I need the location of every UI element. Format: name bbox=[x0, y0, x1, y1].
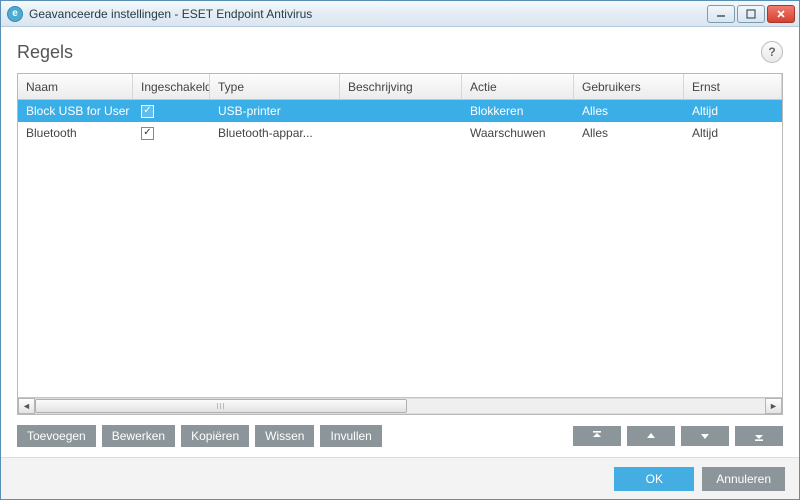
cell-actie: Blokkeren bbox=[462, 102, 574, 120]
column-header-naam[interactable]: Naam bbox=[18, 74, 133, 99]
titlebar[interactable]: e Geavanceerde instellingen - ESET Endpo… bbox=[1, 1, 799, 27]
minimize-button[interactable] bbox=[707, 5, 735, 23]
cell-type: USB-printer bbox=[210, 102, 340, 120]
ok-button[interactable]: OK bbox=[614, 467, 694, 491]
cell-ingeschakeld[interactable]: ✓ bbox=[133, 103, 210, 120]
rules-table: Naam Ingeschakeld Type Beschrijving Acti… bbox=[17, 73, 783, 415]
cell-type: Bluetooth-appar... bbox=[210, 124, 340, 142]
section-header: Regels ? bbox=[17, 41, 783, 73]
cell-actie: Waarschuwen bbox=[462, 124, 574, 142]
close-button[interactable] bbox=[767, 5, 795, 23]
scroll-left-button[interactable]: ◄ bbox=[18, 398, 35, 414]
column-header-actie[interactable]: Actie bbox=[462, 74, 574, 99]
cell-gebruikers: Alles bbox=[574, 102, 684, 120]
bewerken-button[interactable]: Bewerken bbox=[102, 425, 175, 447]
wissen-button[interactable]: Wissen bbox=[255, 425, 314, 447]
checkbox-icon[interactable]: ✓ bbox=[141, 105, 154, 118]
scroll-right-button[interactable]: ► bbox=[765, 398, 782, 414]
column-header-ingeschakeld[interactable]: Ingeschakeld bbox=[133, 74, 210, 99]
column-header-beschrijving[interactable]: Beschrijving bbox=[340, 74, 462, 99]
scroll-thumb[interactable] bbox=[35, 399, 407, 413]
cell-naam: Block USB for User bbox=[18, 102, 133, 120]
scroll-track[interactable] bbox=[35, 398, 765, 414]
table-row[interactable]: Block USB for User ✓ USB-printer Blokker… bbox=[18, 100, 782, 122]
app-icon: e bbox=[7, 6, 23, 22]
content-area: Regels ? Naam Ingeschakeld Type Beschrij… bbox=[1, 27, 799, 457]
move-bottom-button[interactable] bbox=[735, 426, 783, 446]
table-header-row: Naam Ingeschakeld Type Beschrijving Acti… bbox=[18, 74, 782, 100]
window-title: Geavanceerde instellingen - ESET Endpoin… bbox=[29, 7, 701, 21]
column-header-gebruikers[interactable]: Gebruikers bbox=[574, 74, 684, 99]
horizontal-scrollbar[interactable]: ◄ ► bbox=[18, 397, 782, 414]
kopieren-button[interactable]: Kopiëren bbox=[181, 425, 249, 447]
invullen-button[interactable]: Invullen bbox=[320, 425, 381, 447]
app-window: e Geavanceerde instellingen - ESET Endpo… bbox=[0, 0, 800, 500]
cell-naam: Bluetooth bbox=[18, 124, 133, 142]
toolbar-row: Toevoegen Bewerken Kopiëren Wissen Invul… bbox=[17, 415, 783, 447]
move-up-button[interactable] bbox=[627, 426, 675, 446]
cell-ernst: Altijd bbox=[684, 124, 782, 142]
window-controls bbox=[707, 5, 795, 23]
section-title: Regels bbox=[17, 42, 73, 63]
dialog-footer: OK Annuleren bbox=[1, 457, 799, 499]
cell-beschrijving bbox=[340, 109, 462, 113]
cell-ernst: Altijd bbox=[684, 102, 782, 120]
column-header-ernst[interactable]: Ernst bbox=[684, 74, 782, 99]
cancel-button[interactable]: Annuleren bbox=[702, 467, 785, 491]
table-row[interactable]: Bluetooth ✓ Bluetooth-appar... Waarschuw… bbox=[18, 122, 782, 144]
cell-beschrijving bbox=[340, 131, 462, 135]
checkbox-icon[interactable]: ✓ bbox=[141, 127, 154, 140]
help-button[interactable]: ? bbox=[761, 41, 783, 63]
maximize-button[interactable] bbox=[737, 5, 765, 23]
column-header-type[interactable]: Type bbox=[210, 74, 340, 99]
move-down-button[interactable] bbox=[681, 426, 729, 446]
cell-ingeschakeld[interactable]: ✓ bbox=[133, 125, 210, 142]
table-body: Block USB for User ✓ USB-printer Blokker… bbox=[18, 100, 782, 397]
cell-gebruikers: Alles bbox=[574, 124, 684, 142]
move-top-button[interactable] bbox=[573, 426, 621, 446]
toevoegen-button[interactable]: Toevoegen bbox=[17, 425, 96, 447]
